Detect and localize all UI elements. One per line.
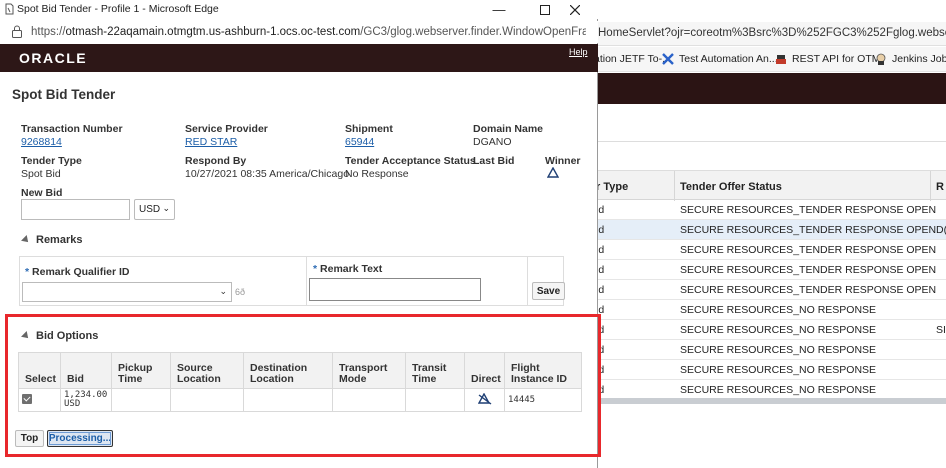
- remark-qualifier-label: * Remark Qualifier ID: [25, 266, 130, 278]
- domain-name-value: DGANO: [473, 136, 512, 148]
- tender-type-label: Tender Type: [21, 155, 82, 167]
- close-icon: [570, 4, 580, 15]
- table-cell: SECURE RESOURCES_NO RESPONSE: [680, 344, 877, 356]
- chevron-down-icon: ⌄: [219, 286, 227, 296]
- grid-divider: [306, 256, 307, 306]
- page-icon: [5, 3, 14, 15]
- service-provider-label: Service Provider: [185, 123, 268, 135]
- jenkins-icon: [876, 53, 886, 65]
- transaction-number-link[interactable]: 9268814: [21, 136, 62, 148]
- table-row[interactable]: id SECURE RESOURCES_NO RESPONSE: [590, 340, 946, 360]
- table-cell: D(: [936, 224, 946, 236]
- transaction-number-label: Transaction Number: [21, 123, 123, 135]
- acceptance-status-label: Tender Acceptance Status: [345, 155, 476, 167]
- remarks-section-title: Remarks: [36, 234, 83, 246]
- column-header[interactable]: r Type: [596, 181, 628, 193]
- oracle-header-bar: [0, 44, 598, 72]
- shipment-label: Shipment: [345, 123, 393, 135]
- table-row[interactable]: id SECURE RESOURCES_TENDER RESPONSE OPEN: [590, 260, 946, 280]
- winner-triangle-icon[interactable]: [547, 167, 559, 178]
- bookmark-item[interactable]: ation JETF To-...: [594, 53, 671, 65]
- address-url[interactable]: https://otmash-22aqamain.otmgtm.us-ashbu…: [31, 26, 586, 38]
- table-row[interactable]: id SECURE RESOURCES_NO RESPONSE: [590, 360, 946, 380]
- chevron-down-icon: ⌄: [162, 203, 170, 213]
- respond-by-label: Respond By: [185, 155, 247, 167]
- collapse-triangle-icon: [21, 235, 31, 245]
- highlight-annotation-box: [5, 314, 601, 457]
- test-automation-icon: [662, 53, 674, 65]
- domain-name-label: Domain Name: [473, 123, 544, 135]
- table-cell: SECURE RESOURCES_NO RESPONSE: [680, 324, 877, 336]
- oracle-logo: ORACLE: [19, 50, 88, 66]
- page-title: Spot Bid Tender: [12, 87, 116, 102]
- winner-label: Winner: [545, 155, 581, 167]
- background-table-header: r Type Tender Offer Status R: [590, 170, 946, 201]
- respond-by-value: 10/27/2021 08:35 America/Chicago: [185, 168, 350, 180]
- table-cell: SI: [936, 324, 946, 336]
- shipment-link[interactable]: 65944: [345, 136, 374, 148]
- table-row[interactable]: id SECURE RESOURCES_TENDER RESPONSE OPEN: [590, 280, 946, 300]
- rest-api-icon: [776, 55, 786, 64]
- remark-qualifier-select[interactable]: ⌄: [22, 282, 232, 302]
- currency-select[interactable]: USD ⌄: [134, 199, 175, 220]
- maximize-icon: [540, 4, 550, 15]
- table-row[interactable]: id SECURE RESOURCES_TENDER RESPONSE OPEN: [590, 240, 946, 260]
- table-row[interactable]: id SECURE RESOURCES_NO RESPONSE: [590, 300, 946, 320]
- lock-icon: [12, 25, 22, 38]
- window-title: Spot Bid Tender - Profile 1 - Microsoft …: [17, 3, 219, 15]
- column-header[interactable]: Tender Offer Status: [680, 181, 782, 193]
- bookmark-item[interactable]: REST API for OTM: [775, 53, 881, 65]
- close-button[interactable]: [552, 0, 598, 19]
- remark-text-area[interactable]: [309, 278, 481, 301]
- minimize-button[interactable]: —: [476, 0, 522, 19]
- background-divider: [590, 141, 946, 142]
- table-cell: SECURE RESOURCES_NO RESPONSE: [680, 304, 877, 316]
- help-link[interactable]: Help: [569, 47, 588, 57]
- new-bid-input[interactable]: [21, 199, 130, 220]
- search-goggles-icon[interactable]: 6ð: [235, 287, 245, 297]
- table-cell: SECURE RESOURCES_TENDER RESPONSE OPEN: [680, 204, 937, 216]
- acceptance-status-value: No Response: [345, 168, 409, 180]
- last-bid-label: Last Bid: [473, 155, 515, 167]
- column-header[interactable]: R: [936, 181, 944, 193]
- remarks-section-toggle[interactable]: Remarks: [21, 234, 83, 246]
- new-bid-label: New Bid: [21, 187, 63, 199]
- table-cell: SECURE RESOURCES_TENDER RESPONSE OPEN: [680, 244, 937, 256]
- remark-text-label: * Remark Text: [313, 263, 383, 275]
- bookmark-item[interactable]: Jenkins Jobs: [875, 53, 946, 65]
- table-cell: SECURE RESOURCES_TENDER RESPONSE OPEN: [680, 224, 937, 236]
- title-bar: Spot Bid Tender - Profile 1 - Microsoft …: [0, 0, 598, 19]
- background-app-header: [590, 73, 946, 104]
- table-row[interactable]: id SECURE RESOURCES_TENDER RESPONSE OPEN D…: [590, 220, 946, 240]
- table-row[interactable]: id SECURE RESOURCES_TENDER RESPONSE OPEN: [590, 200, 946, 220]
- table-row[interactable]: id SECURE RESOURCES_NO RESPONSE SI: [590, 320, 946, 340]
- table-cell: SECURE RESOURCES_TENDER RESPONSE OPEN: [680, 284, 937, 296]
- popup-window: Spot Bid Tender - Profile 1 - Microsoft …: [0, 0, 601, 468]
- horizontal-scrollbar[interactable]: [590, 398, 946, 404]
- service-provider-link[interactable]: RED STAR: [185, 136, 237, 148]
- tender-type-value: Spot Bid: [21, 168, 61, 180]
- table-cell: SECURE RESOURCES_NO RESPONSE: [680, 364, 877, 376]
- bookmark-item[interactable]: Test Automation An...: [662, 53, 778, 65]
- table-row[interactable]: id SECURE RESOURCES_NO RESPONSE: [590, 380, 946, 400]
- grid-divider: [527, 256, 528, 306]
- save-button[interactable]: Save: [532, 282, 565, 300]
- table-cell: SECURE RESOURCES_TENDER RESPONSE OPEN: [680, 264, 937, 276]
- table-cell: SECURE RESOURCES_NO RESPONSE: [680, 384, 877, 396]
- background-url: HomeServlet?ojr=coreotm%3Bsrc%3D%252FGC3…: [598, 27, 946, 39]
